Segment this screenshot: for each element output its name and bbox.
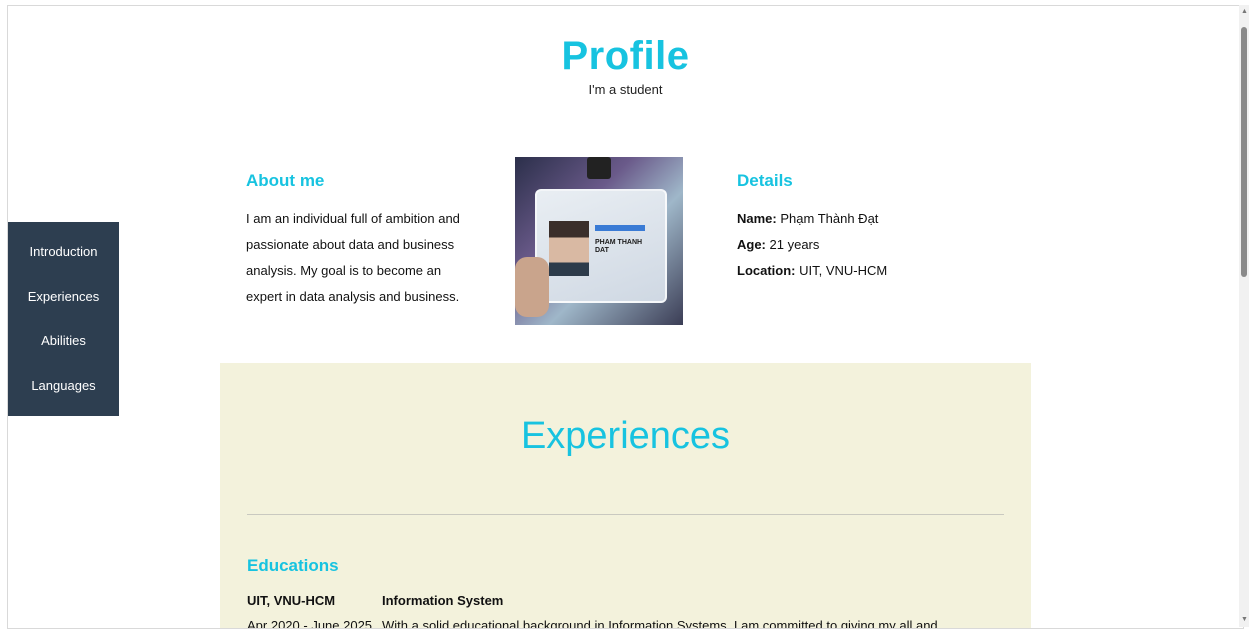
nav-item-languages[interactable]: Languages (8, 378, 119, 393)
educations-heading: Educations (247, 556, 339, 575)
page-scrollbar[interactable]: ▲ ▼ (1239, 5, 1249, 627)
details-name-label: Name: (737, 211, 777, 226)
page-title: Profile (561, 34, 690, 78)
id-card-stripe (595, 225, 645, 231)
nav-item-abilities[interactable]: Abilities (8, 333, 119, 348)
id-card-portrait (549, 221, 589, 276)
id-card-name: PHAM THANH DAT (595, 239, 642, 255)
details-heading: Details (737, 171, 793, 190)
details-name-row: Name: Phạm Thành Đạt (737, 206, 887, 232)
scrollbar-thumb[interactable] (1241, 27, 1247, 277)
profile-photo: PHAM THANH DAT (515, 157, 683, 325)
nav-item-experiences[interactable]: Experiences (8, 289, 119, 304)
experiences-section: Experiences Educations UIT, VNU-HCM Info… (220, 363, 1031, 629)
about-text: I am an individual full of ambition and … (246, 211, 460, 304)
details-age-value: 21 years (769, 237, 820, 252)
education-date: Apr 2020 - June 2025 (247, 618, 373, 629)
about-heading: About me (246, 171, 325, 190)
id-card-name-line1: PHAM THANH (595, 239, 643, 246)
details-name-value: Phạm Thành Đạt (780, 211, 879, 226)
hand-thumb (515, 257, 549, 317)
side-navigation: Introduction Experiences Abilities Langu… (8, 222, 119, 416)
details-age-label: Age: (737, 237, 766, 252)
page-subtitle: I'm a student (588, 82, 663, 97)
details-list: Name: Phạm Thành Đạt Age: 21 years Locat… (737, 206, 887, 284)
education-description: With a solid educational background in I… (382, 618, 938, 629)
details-age-row: Age: 21 years (737, 232, 887, 258)
education-major: Information System (382, 593, 504, 608)
id-card: PHAM THANH DAT (535, 189, 667, 303)
details-location-value: UIT, VNU-HCM (799, 263, 888, 278)
id-card-name-line2: DAT (595, 247, 609, 254)
details-location-row: Location: UIT, VNU-HCM (737, 258, 887, 284)
nav-item-introduction[interactable]: Introduction (8, 244, 119, 259)
experiences-title: Experiences (520, 415, 731, 457)
experiences-divider (247, 514, 1004, 515)
education-school: UIT, VNU-HCM (247, 593, 336, 608)
scroll-down-icon[interactable]: ▼ (1241, 616, 1248, 623)
page-frame: Profile I'm a student About me I am an i… (7, 5, 1244, 629)
details-location-label: Location: (737, 263, 796, 278)
scroll-up-icon[interactable]: ▲ (1241, 8, 1248, 15)
badge-clip (587, 157, 611, 179)
